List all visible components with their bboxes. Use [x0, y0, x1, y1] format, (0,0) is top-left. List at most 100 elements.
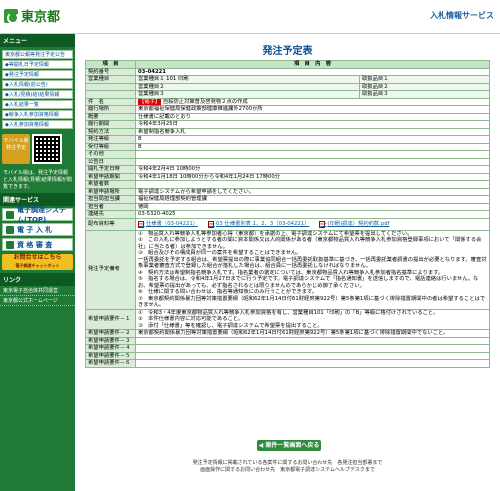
header-content: 項 目 内 容 [135, 60, 490, 69]
row-label: 履行場所 [85, 105, 136, 114]
note-line: 一括再委託を予定する組合は、希望票提出の際に事業協同組合一括再委託取扱基準に基づ… [138, 256, 487, 270]
e-procurement-top-link[interactable]: 電子調達システム(TOP) [2, 206, 73, 224]
row-value [135, 359, 490, 368]
table-row: その他 [85, 150, 490, 159]
link-tokyo-official[interactable]: 東京都公式ホームページ [0, 296, 75, 306]
qualification-review-link[interactable]: 資 格 審 査 [2, 238, 73, 251]
row-extra: 取扱品目３ [359, 90, 490, 99]
menu-item-results[interactable]: ◆入札/見積(結)結果情報 [2, 90, 73, 99]
table-row: 希望申請要件－５ [85, 351, 490, 360]
row-label: 希望申請期間 [85, 172, 136, 181]
table-row: 発注等級 B [85, 135, 490, 144]
row-label [85, 90, 136, 99]
row-value [135, 336, 490, 345]
pdf-icon: PDF [138, 220, 145, 228]
header-item: 項 目 [85, 60, 136, 69]
row-label: 履行期間 [85, 120, 136, 129]
table-row: 件 名【電子】 自殺防止対策普及啓発物２点の作成 [85, 97, 490, 106]
table-row: 営業種目２ 取扱品目２ [85, 82, 490, 91]
logo-text: 東京都 [21, 10, 61, 25]
links-heading: リンク [0, 273, 75, 286]
file-link-spec-table[interactable]: PDF 03 仕様書別表 1、2、3（03-04221） [208, 220, 309, 228]
row-label: その他 [85, 150, 136, 159]
menu-list: 東京都公報等発注予定公告 ◆等開札日予定情報 ◆発注予定情報 ◆入札情報(前公告… [0, 47, 75, 132]
row-label: 希望申請場所 [85, 187, 136, 196]
menu-item-kouhou[interactable]: 東京都公報等発注予定公告 [2, 50, 73, 59]
row-label: 件 名 [85, 97, 136, 106]
file-list: PDF 仕様書（03-04221） PDF 03 仕様書別表 1、2、3（03-04… [138, 220, 487, 228]
back-to-list-button[interactable]: ◀ 案件一覧画面へ戻る [257, 440, 321, 451]
row-value: B [135, 135, 490, 144]
mobile-button[interactable]: モバイル版 発注予定 [2, 134, 30, 164]
table-row: 配布資料等 PDF 仕様書（03-04221） PDF 03 仕様書別表 1、2、3… [85, 217, 490, 231]
row-label: 希望申請要件－４ [85, 344, 136, 353]
row-label: 営業種目 [85, 75, 136, 84]
row-extra: 取扱品目２ [359, 82, 490, 91]
gavel-icon [6, 225, 14, 234]
row-label: 発注予定備考 [85, 229, 136, 310]
footer: 発注予定情報に掲載されている各案件に関するお問い合わせ先 各発注担当部署まで 画… [75, 460, 500, 474]
table-row: 履行場所 東京都福祉保健局保健政策部健康推進課外2700か所 [85, 105, 490, 114]
table-row: 連絡先 03-5320-4025 [85, 210, 490, 219]
files-cell: PDF 仕様書（03-04221） PDF 03 仕様書別表 1、2、3（03-04… [135, 217, 490, 231]
pdf-icon: PDF [319, 220, 327, 228]
table-row: 希望申請要件－１ ① 令和3・4年度東京都物品買入れ等競争入札参加資格を有し、営… [85, 308, 490, 330]
row-label: 希望申請要件－１ [85, 308, 136, 330]
qr-code-icon [32, 134, 62, 164]
sidebar: メニュー 東京都公報等発注予定公告 ◆等開札日予定情報 ◆発注予定情報 ◆入札情… [0, 34, 75, 491]
row-value: 東京都契約関係暴力団等対策措置要綱（昭和62年1月14日付61財経庶第922号）… [135, 329, 490, 338]
req1-cell: ① 令和3・4年度東京都物品買入れ等競争入札参加資格を有し、営業種目101「印刷… [135, 308, 490, 330]
tokyo-emblem-icon [4, 8, 19, 24]
menu-item-results-list[interactable]: ◆入札結果一覧 [2, 100, 73, 109]
link-e-government[interactable]: 東京電子自治体共同運営 [0, 286, 75, 296]
page-title: 発注予定表 [262, 46, 313, 57]
row-value [135, 351, 490, 360]
file-link-contract[interactable]: PDF (印刷)調達）契約約款.pdf [319, 220, 390, 228]
table-row: 希望申請要件－４ [85, 344, 490, 353]
menu-item-hacchu-yotei[interactable]: ◆発注予定情報 [2, 70, 73, 79]
table-header-row: 項 目 項 目 内 容 [85, 60, 490, 69]
header: 東京都 入札情報サービス [0, 0, 500, 34]
row-label: 概要 [85, 112, 136, 121]
row-label: 開札予定日時 [85, 165, 136, 174]
chat-label: お問合せはこちら [13, 254, 62, 261]
row-value: 令和4年3月25日 [135, 120, 490, 129]
file-link-spec[interactable]: PDF 仕様書（03-04221） [138, 220, 198, 228]
row-label [85, 82, 136, 91]
row-value: 福祉保健局経理部契約管理課 [135, 195, 490, 204]
table-row: 開札予定日時 令和4年2月4日 10時00分 [85, 165, 490, 174]
row-value [135, 180, 490, 189]
row-value: 希望制指名競争入札 [135, 127, 490, 136]
menu-item-participation[interactable]: ◆入札参加資格情報 [2, 120, 73, 129]
mobile-label: モバイル版 [3, 138, 29, 144]
notes-cell: ① 物品買入れ等競争入札等参加者心得（東京都）を承諾の上、電子調達システムにて希… [135, 229, 490, 310]
row-value [135, 344, 490, 353]
menu-heading: メニュー [0, 34, 75, 47]
row-extra: 取扱品目１ [359, 75, 490, 84]
building-icon [6, 210, 14, 219]
menu-item-qualification[interactable]: ◆競争入札参加資格情報 [2, 110, 73, 119]
row-value: B [135, 142, 490, 151]
row-value: 東京都福祉保健局保健政策部健康推進課外2700か所 [135, 105, 490, 114]
row-value: 03-04221 [135, 67, 490, 76]
row-value [135, 157, 490, 166]
note-line: ⑦ 東京都契約関係暴力団等対策措置要綱（昭和62年1月14日付61財経庶第922… [138, 295, 486, 309]
row-label: 公告日 [85, 157, 136, 166]
row-label: 担当者 [85, 202, 136, 211]
table-row: 受付等級 B [85, 142, 490, 151]
row-label: 担当局担当課 [85, 195, 136, 204]
table-row: 担当局担当課 福祉保健局経理部契約管理課 [85, 195, 490, 204]
table-row: 希望申請場所 電子調達システムから希望申請をしてください。 [85, 187, 490, 196]
menu-item-kaisatsu-yotei[interactable]: ◆等開札日予定情報 [2, 60, 73, 69]
main-content: 発注予定表 項 目 項 目 内 容 契約番号 03-04221 営業種目 営業種目１… [75, 34, 500, 491]
row-value: 仕様書に記載のとおり [135, 112, 490, 121]
req-line: ③ 添付「仕様書」等を確認し、電子調達システムで希望票を提出すること。 [138, 322, 323, 329]
e-bidding-link[interactable]: 電 子 入 札 [2, 223, 73, 236]
subject-text: 自殺防止対策普及啓発物２点の作成 [162, 98, 248, 105]
row-label: 配布資料等 [85, 217, 136, 231]
chatbot-button[interactable]: お問合せはこちら 電子調達チャットボット [2, 254, 73, 270]
footer-line: 発注予定情報に掲載されている各案件に関するお問い合わせ先 各発注担当部署まで [192, 460, 383, 466]
order-schedule-table: 項 目 項 目 内 容 契約番号 03-04221 営業種目 営業種目１ 101 印… [85, 60, 490, 368]
tokyo-logo[interactable]: 東京都 [4, 6, 60, 25]
menu-item-nyusatsu-info[interactable]: ◆入札情報(前公告) [2, 80, 73, 89]
